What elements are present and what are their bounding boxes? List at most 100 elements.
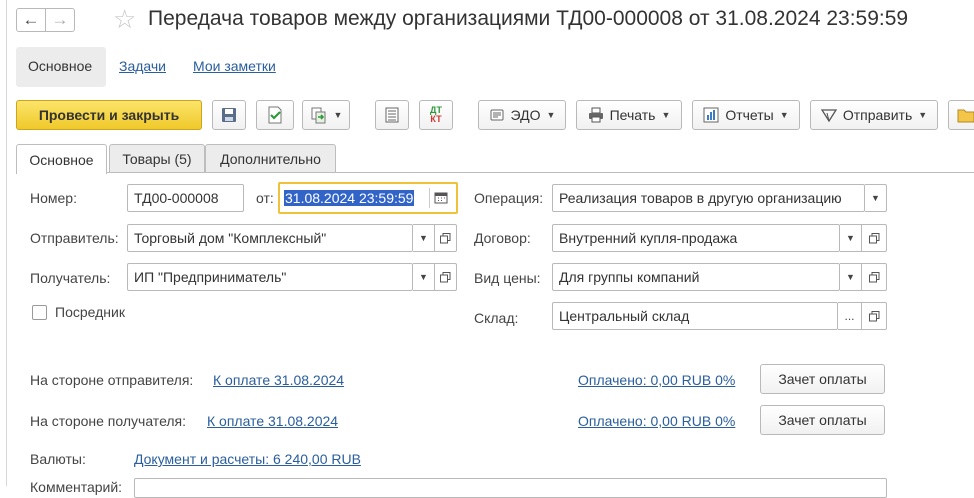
warehouse-label: Склад: bbox=[474, 310, 519, 326]
operation-label: Операция: bbox=[474, 190, 544, 206]
recipient-open-button[interactable] bbox=[435, 263, 457, 291]
dt-kt-icon-bottom: КТ bbox=[430, 114, 442, 124]
chevron-down-icon: ▼ bbox=[918, 110, 928, 120]
page-title: Передача товаров между организациями ТД0… bbox=[148, 7, 909, 30]
post-and-close-button[interactable]: Провести и закрыть bbox=[16, 100, 202, 130]
date-separator bbox=[429, 188, 430, 208]
chevron-down-icon: ▼ bbox=[546, 110, 556, 120]
chevron-down-icon: ▼ bbox=[333, 110, 343, 120]
recipient-dropdown[interactable]: ▼ bbox=[413, 263, 435, 291]
warehouse-open-button[interactable] bbox=[862, 302, 887, 330]
create-based-on-button[interactable]: ▼ bbox=[302, 100, 350, 130]
date-field[interactable]: 31.08.2024 23:59:59 bbox=[278, 182, 458, 214]
chevron-down-icon: ▼ bbox=[661, 110, 671, 120]
operation-field[interactable]: Реализация товаров в другую организацию bbox=[552, 184, 865, 212]
recipient-due-link[interactable]: К оплате 31.08.2024 bbox=[207, 413, 338, 429]
post-and-close-label: Провести и закрыть bbox=[38, 107, 180, 123]
sender-paid-link[interactable]: Оплачено: 0,00 RUB 0% bbox=[578, 372, 735, 388]
contract-open-button[interactable] bbox=[862, 224, 887, 252]
sender-field[interactable]: Торговый дом "Комплексный" bbox=[127, 224, 413, 252]
folder-icon bbox=[957, 109, 974, 123]
currency-link[interactable]: Документ и расчеты: 6 240,00 RUB bbox=[134, 451, 361, 467]
print-menu-button[interactable]: Печать ▼ bbox=[576, 100, 682, 130]
contract-field[interactable]: Внутренний купля-продажа bbox=[552, 224, 840, 252]
tab-goods[interactable]: Товары (5) bbox=[109, 144, 205, 173]
tab-main-label: Основное bbox=[29, 151, 94, 168]
chevron-down-icon: ▼ bbox=[846, 272, 855, 282]
number-label: Номер: bbox=[30, 190, 77, 206]
attachments-button[interactable] bbox=[948, 100, 974, 130]
price-type-label: Вид цены: bbox=[474, 270, 541, 286]
tab-strip-divider bbox=[16, 172, 974, 173]
recipient-paid-link[interactable]: Оплачено: 0,00 RUB 0% bbox=[578, 413, 735, 429]
reports-menu-button[interactable]: Отчеты ▼ bbox=[692, 100, 800, 130]
calendar-icon[interactable] bbox=[434, 191, 448, 204]
chevron-down-icon: ▼ bbox=[419, 233, 428, 243]
sender-due-link[interactable]: К оплате 31.08.2024 bbox=[213, 372, 344, 388]
report-icon bbox=[703, 107, 719, 123]
create-based-on-icon bbox=[311, 107, 326, 124]
chevron-down-icon: ▼ bbox=[419, 272, 428, 282]
contract-label: Договор: bbox=[474, 230, 531, 246]
arrow-left-icon: ← bbox=[22, 10, 40, 29]
sender-open-button[interactable] bbox=[435, 224, 457, 252]
reports-label: Отчеты bbox=[725, 107, 774, 123]
post-document-icon bbox=[268, 106, 282, 124]
tab-goods-label: Товары (5) bbox=[122, 151, 192, 167]
panel-tab-my-notes[interactable]: Мои заметки bbox=[193, 58, 276, 74]
printer-icon bbox=[588, 107, 603, 123]
number-field[interactable]: ТД00-000008 bbox=[127, 184, 244, 212]
post-button[interactable] bbox=[256, 100, 294, 130]
favorite-star-icon[interactable]: ☆ bbox=[113, 4, 136, 34]
chevron-down-icon: ▼ bbox=[871, 193, 880, 203]
save-button[interactable] bbox=[212, 100, 246, 130]
operation-dropdown[interactable]: ▼ bbox=[865, 184, 887, 212]
sender-label: Отправитель: bbox=[30, 230, 119, 246]
ellipsis-icon: ... bbox=[844, 309, 855, 323]
tab-additional-label: Дополнительно bbox=[220, 151, 321, 167]
recipient-offset-button[interactable]: Зачет оплаты bbox=[760, 405, 885, 435]
send-icon bbox=[820, 109, 837, 123]
offset-button-label: Зачет оплаты bbox=[778, 371, 867, 387]
tab-additional[interactable]: Дополнительно bbox=[205, 144, 336, 173]
intermediary-checkbox[interactable] bbox=[32, 305, 47, 320]
send-label: Отправить bbox=[842, 107, 913, 123]
send-menu-button[interactable]: Отправить ▼ bbox=[810, 100, 938, 130]
comment-field[interactable] bbox=[134, 478, 887, 498]
open-form-icon bbox=[440, 271, 451, 282]
forward-button[interactable]: → bbox=[45, 8, 75, 32]
chevron-down-icon: ▼ bbox=[846, 233, 855, 243]
recipient-side-label: На стороне получателя: bbox=[30, 413, 187, 429]
open-form-icon bbox=[868, 310, 879, 321]
warehouse-select-button[interactable]: ... bbox=[838, 302, 862, 330]
open-form-icon bbox=[868, 271, 879, 282]
window-left-border bbox=[6, 0, 7, 486]
sender-offset-button[interactable]: Зачет оплаты bbox=[760, 364, 885, 394]
back-button[interactable]: ← bbox=[16, 8, 46, 32]
sender-side-label: На стороне отправителя: bbox=[30, 372, 194, 388]
edo-label: ЭДО bbox=[510, 107, 541, 123]
warehouse-field[interactable]: Центральный склад bbox=[552, 302, 838, 330]
dt-kt-button[interactable]: ДТ КТ bbox=[419, 100, 453, 130]
recipient-field[interactable]: ИП "Предприниматель" bbox=[127, 263, 413, 291]
currency-label: Валюты: bbox=[30, 451, 86, 467]
document-journal-button[interactable] bbox=[375, 100, 409, 130]
chevron-down-icon: ▼ bbox=[779, 110, 789, 120]
contract-dropdown[interactable]: ▼ bbox=[840, 224, 862, 252]
arrow-right-icon: → bbox=[51, 10, 69, 29]
price-type-dropdown[interactable]: ▼ bbox=[840, 263, 862, 291]
price-type-open-button[interactable] bbox=[862, 263, 887, 291]
panel-tab-main[interactable]: Основное bbox=[28, 58, 92, 74]
date-label: от: bbox=[256, 190, 274, 206]
panel-tab-tasks[interactable]: Задачи bbox=[119, 58, 166, 74]
price-type-field[interactable]: Для группы компаний bbox=[552, 263, 840, 291]
edo-menu-button[interactable]: ЭДО ▼ bbox=[478, 100, 566, 130]
edo-icon bbox=[490, 109, 504, 121]
tab-main[interactable]: Основное bbox=[16, 144, 107, 174]
date-value: 31.08.2024 23:59:59 bbox=[284, 190, 415, 206]
offset-button-label: Зачет оплаты bbox=[778, 412, 867, 428]
intermediary-label: Посредник bbox=[55, 304, 125, 320]
comment-label: Комментарий: bbox=[30, 479, 123, 495]
sender-dropdown[interactable]: ▼ bbox=[413, 224, 435, 252]
recipient-label: Получатель: bbox=[30, 270, 111, 286]
